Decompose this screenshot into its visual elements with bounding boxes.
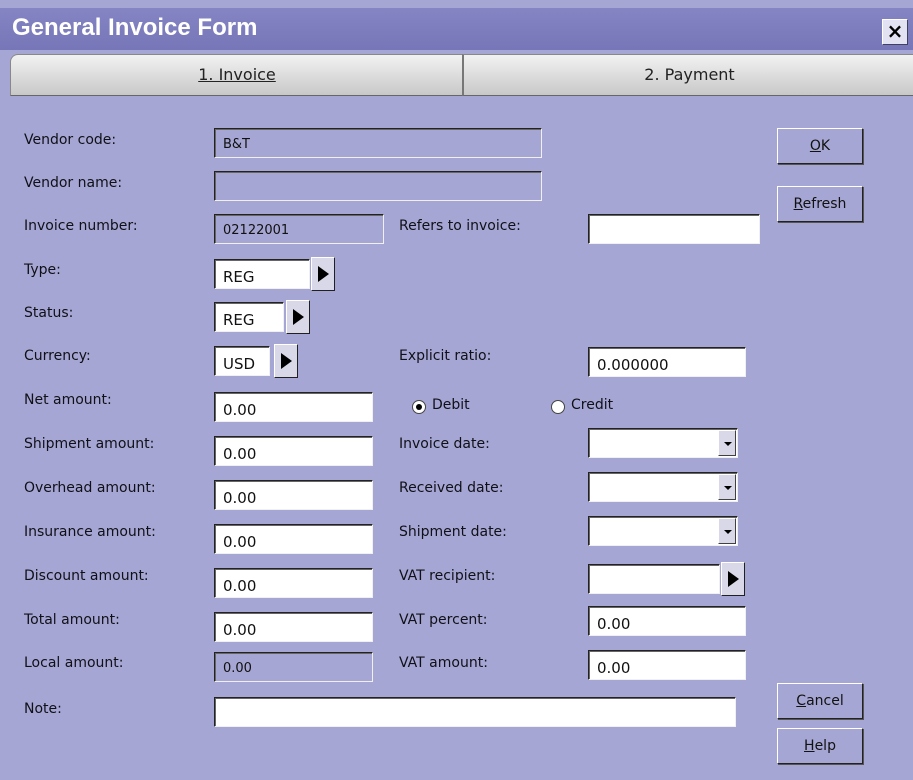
total-amount-field[interactable]: 0.00 (214, 612, 373, 642)
close-icon[interactable]: × (882, 19, 908, 45)
ok-button-rest: K (820, 138, 831, 154)
invoice-date-label: Invoice date: (399, 436, 490, 452)
vendor-name-field[interactable] (214, 171, 542, 201)
refresh-button-rest: efresh (802, 196, 847, 212)
local-amount-field[interactable]: 0.00 (214, 652, 373, 682)
title-bar: General Invoice Form × (0, 8, 913, 50)
tab-invoice-label: 1. Invoice (198, 65, 276, 84)
type-label: Type: (24, 262, 61, 278)
chevron-down-icon[interactable] (718, 518, 736, 544)
chevron-down-icon[interactable] (718, 474, 736, 500)
net-amount-label: Net amount: (24, 392, 112, 408)
local-amount-label: Local amount: (24, 655, 124, 671)
status-lookup-icon[interactable] (286, 300, 310, 334)
status-label: Status: (24, 305, 74, 321)
insurance-amount-field[interactable]: 0.00 (214, 524, 373, 554)
credit-label: Credit (571, 397, 614, 413)
overhead-amount-label: Overhead amount: (24, 480, 156, 496)
cancel-button-rest: ancel (806, 693, 844, 709)
overhead-amount-field[interactable]: 0.00 (214, 480, 373, 510)
vat-recipient-field[interactable] (588, 564, 720, 594)
type-lookup-icon[interactable] (311, 257, 335, 291)
tab-payment[interactable]: 2. Payment (462, 54, 913, 96)
note-field[interactable] (214, 697, 736, 727)
help-button[interactable]: Help (777, 728, 863, 764)
invoice-number-label: Invoice number: (24, 218, 138, 234)
note-label: Note: (24, 701, 62, 717)
insurance-amount-label: Insurance amount: (24, 524, 156, 540)
invoice-date-select[interactable] (588, 428, 738, 458)
discount-amount-label: Discount amount: (24, 568, 149, 584)
tab-invoice[interactable]: 1. Invoice (10, 54, 464, 96)
status-field[interactable]: REG (214, 302, 284, 332)
vat-amount-label: VAT amount: (399, 655, 488, 671)
vendor-code-label: Vendor code: (24, 132, 117, 148)
ok-button[interactable]: OK (777, 128, 863, 164)
vat-percent-label: VAT percent: (399, 612, 488, 628)
refers-to-invoice-field[interactable] (588, 214, 760, 244)
cancel-button[interactable]: Cancel (777, 683, 863, 719)
received-date-select[interactable] (588, 472, 738, 502)
window-title: General Invoice Form (12, 14, 258, 41)
currency-lookup-icon[interactable] (274, 344, 298, 378)
vendor-name-label: Vendor name: (24, 175, 123, 191)
vat-amount-field[interactable]: 0.00 (588, 650, 746, 680)
type-field[interactable]: REG (214, 259, 310, 289)
shipment-amount-label: Shipment amount: (24, 436, 155, 452)
vendor-code-field[interactable]: B&T (214, 128, 542, 158)
total-amount-label: Total amount: (24, 612, 120, 628)
shipment-date-label: Shipment date: (399, 524, 507, 540)
tab-strip: 1. Invoice 2. Payment (10, 54, 913, 96)
explicit-ratio-label: Explicit ratio: (399, 348, 492, 364)
shipment-amount-field[interactable]: 0.00 (214, 436, 373, 466)
help-button-rest: elp (814, 738, 836, 754)
explicit-ratio-field[interactable]: 0.000000 (588, 347, 746, 377)
shipment-date-select[interactable] (588, 516, 738, 546)
tab-payment-label: 2. Payment (644, 65, 735, 84)
vat-recipient-label: VAT recipient: (399, 568, 496, 584)
refers-to-invoice-label: Refers to invoice: (399, 218, 521, 234)
credit-radio[interactable] (551, 400, 565, 414)
currency-field[interactable]: USD (214, 346, 270, 376)
vat-recipient-lookup-icon[interactable] (721, 562, 745, 596)
debit-radio[interactable] (412, 400, 426, 414)
chevron-down-icon[interactable] (718, 430, 736, 456)
vat-percent-field[interactable]: 0.00 (588, 606, 746, 636)
net-amount-field[interactable]: 0.00 (214, 392, 373, 422)
debit-label: Debit (432, 397, 470, 413)
invoice-number-field[interactable]: 02122001 (214, 214, 384, 244)
currency-label: Currency: (24, 348, 91, 364)
refresh-button[interactable]: Refresh (777, 186, 863, 222)
discount-amount-field[interactable]: 0.00 (214, 568, 373, 598)
invoice-form-window: General Invoice Form × 1. Invoice 2. Pay… (0, 0, 913, 780)
received-date-label: Received date: (399, 480, 504, 496)
